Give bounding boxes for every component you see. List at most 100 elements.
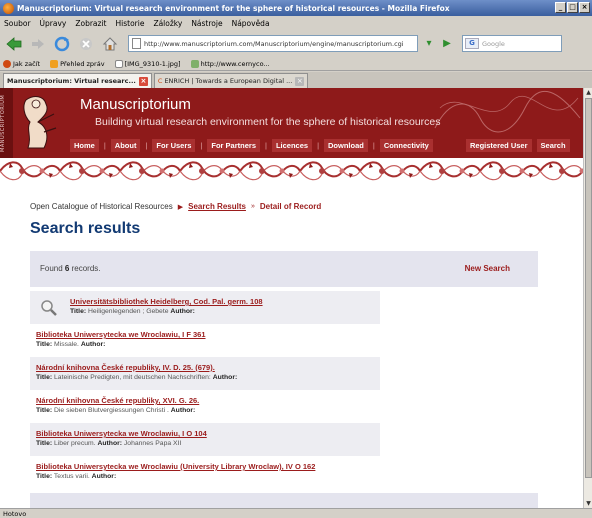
tab-enrich[interactable]: C ENRICH | Towards a European Digital ..… xyxy=(153,73,309,88)
new-search-link[interactable]: New Search xyxy=(465,264,510,273)
found-suffix: records. xyxy=(71,264,101,273)
breadcrumb-arrow-icon: » xyxy=(250,203,255,210)
address-bar[interactable]: http://www.manuscriptorium.com/Manuscrip… xyxy=(128,35,418,52)
author-value: Johannes Papa XII xyxy=(123,440,182,447)
menu-bar: Soubor Úpravy Zobrazit Historie Záložky … xyxy=(0,16,592,30)
record-details: Title: Die sieben Blutvergiessungen Chri… xyxy=(36,407,380,414)
menu-nastroje[interactable]: Nástroje xyxy=(191,19,222,28)
breadcrumb-current[interactable]: Search Results xyxy=(188,202,246,211)
title-label: Title: xyxy=(70,308,87,315)
menu-historie[interactable]: Historie xyxy=(116,19,145,28)
site-nav: Home | About | For Users | For Partners | Li… xyxy=(70,138,433,152)
scribe-logo-icon xyxy=(23,96,57,149)
bookmark-cernyco[interactable]: http://www.cernyco... xyxy=(190,59,270,68)
menu-soubor[interactable]: Soubor xyxy=(4,19,31,28)
go-button[interactable]: ▶ xyxy=(440,37,454,51)
bookmark-prehled-zprav[interactable]: Přehled zpráv xyxy=(50,59,105,68)
nav-home[interactable]: Home xyxy=(70,138,99,152)
bookmark-jak-zacit[interactable]: Jak začít xyxy=(3,59,40,68)
dropdown-arrow-icon[interactable]: ▾ xyxy=(422,37,436,51)
firefox-icon xyxy=(3,59,11,68)
nav-for-users[interactable]: For Users xyxy=(152,138,196,152)
ornament-decoration-icon xyxy=(434,90,581,133)
navigation-toolbar: http://www.manuscriptorium.com/Manuscrip… xyxy=(0,30,592,57)
record-title-link[interactable]: Biblioteka Uniwersytecka we Wroclawiu (U… xyxy=(36,462,380,471)
back-button[interactable] xyxy=(4,34,24,54)
record-title-link[interactable]: Biblioteka Uniwersytecka we Wroclawiu, I… xyxy=(36,429,380,438)
author-label: Author: xyxy=(97,440,123,447)
record-title-link[interactable]: Národní knihovna České republiky, IV. D.… xyxy=(36,363,380,372)
window-title-bar: Manuscriptorium: Virtual research enviro… xyxy=(0,0,592,16)
nav-search[interactable]: Search xyxy=(536,138,570,152)
reload-button[interactable] xyxy=(52,34,72,54)
results-footer-bar xyxy=(30,493,538,508)
found-count: 6 xyxy=(64,264,70,273)
tab-manuscriptorium[interactable]: Manuscriptorium: Virtual researc... × xyxy=(3,73,152,88)
nav-download[interactable]: Download xyxy=(324,138,368,152)
menu-upravy[interactable]: Úpravy xyxy=(40,19,67,28)
search-input[interactable]: G Google xyxy=(462,35,562,52)
nav-connectivity[interactable]: Connectivity xyxy=(379,138,433,152)
record-title-link[interactable]: Biblioteka Uniwersytecka we Wroclawiu, I… xyxy=(36,330,380,339)
floral-ornament-icon xyxy=(0,158,583,184)
close-tab-icon[interactable]: × xyxy=(138,76,148,86)
reload-icon xyxy=(54,36,70,51)
nav-licences[interactable]: Licences xyxy=(271,138,313,152)
title-value: Liber precum. xyxy=(54,440,96,447)
title-label: Title: xyxy=(36,440,53,447)
list-item: Národní knihovna České republiky, IV. D.… xyxy=(30,357,380,390)
site-nav-right: Registered User Search xyxy=(466,138,570,152)
record-title-link[interactable]: Národní knihovna České republiky, XVI. G… xyxy=(36,396,380,405)
results-list: Universitätsbibliothek Heidelberg, Cod. … xyxy=(30,291,380,489)
title-value: Die sieben Blutvergiessungen Christi . xyxy=(54,407,169,414)
title-value: Lateinische Predigten, mit deutschen Nac… xyxy=(54,374,211,381)
record-title-link[interactable]: Universitätsbibliothek Heidelberg, Cod. … xyxy=(70,297,380,306)
found-prefix: Found xyxy=(40,264,63,273)
forward-arrow-icon xyxy=(32,38,44,49)
nav-registered-user[interactable]: Registered User xyxy=(466,138,532,152)
list-item: Biblioteka Uniwersytecka we Wroclawiu (U… xyxy=(30,456,380,489)
nav-for-partners[interactable]: For Partners xyxy=(207,138,260,152)
title-label: Title: xyxy=(36,473,53,480)
list-item: Biblioteka Uniwersytecka we Wroclawiu, I… xyxy=(30,324,380,357)
home-button[interactable] xyxy=(100,34,120,54)
breadcrumb-next[interactable]: Detail of Record xyxy=(260,202,321,211)
close-window-button[interactable]: × xyxy=(579,2,590,13)
scroll-down-icon[interactable]: ▼ xyxy=(584,499,592,508)
menu-zalozky[interactable]: Záložky xyxy=(153,19,182,28)
close-tab-icon[interactable]: × xyxy=(295,76,305,86)
scrollbar-thumb[interactable] xyxy=(585,98,592,478)
record-details: Title: Textus varii. Author: xyxy=(36,473,380,480)
forward-button[interactable] xyxy=(28,34,48,54)
menu-napoveda[interactable]: Nápověda xyxy=(232,19,270,28)
list-item: Národní knihovna České republiky, XVI. G… xyxy=(30,390,380,423)
magnifier-icon[interactable] xyxy=(40,299,58,317)
bookmark-label: Přehled zpráv xyxy=(60,59,105,68)
title-value: Missale. xyxy=(54,341,79,348)
breadcrumb: Open Catalogue of Historical Resources ▶… xyxy=(30,202,321,211)
window-title: Manuscriptorium: Virtual research enviro… xyxy=(17,3,450,13)
firefox-icon xyxy=(3,2,14,14)
title-value: Heiligenlegenden ; Gebete xyxy=(88,308,169,315)
breadcrumb-root[interactable]: Open Catalogue of Historical Resources xyxy=(30,202,173,211)
vertical-scrollbar[interactable]: ▲ ▼ xyxy=(583,88,592,508)
site-header: MANUSCRIPTORIUM Manuscriptorium Building… xyxy=(0,88,583,158)
author-label: Author: xyxy=(91,473,117,480)
bookmark-img[interactable]: [IMG_9310-1.jpg] xyxy=(114,59,181,68)
scroll-up-icon[interactable]: ▲ xyxy=(584,88,592,97)
rss-icon xyxy=(50,59,59,68)
tab-label: Manuscriptorium: Virtual researc... xyxy=(7,77,136,85)
stop-icon xyxy=(80,37,92,50)
maximize-button[interactable]: □ xyxy=(567,2,578,13)
ornament-band xyxy=(0,158,583,184)
menu-zobrazit[interactable]: Zobrazit xyxy=(75,19,106,28)
stop-button[interactable] xyxy=(76,34,96,54)
title-label: Title: xyxy=(36,407,53,414)
author-label: Author: xyxy=(170,308,195,315)
window-controls: _ □ × xyxy=(555,2,590,13)
minimize-button[interactable]: _ xyxy=(555,2,566,13)
page-icon xyxy=(132,38,141,49)
title-label: Title: xyxy=(36,341,53,348)
nav-about[interactable]: About xyxy=(110,138,141,152)
title-label: Title: xyxy=(36,374,53,381)
